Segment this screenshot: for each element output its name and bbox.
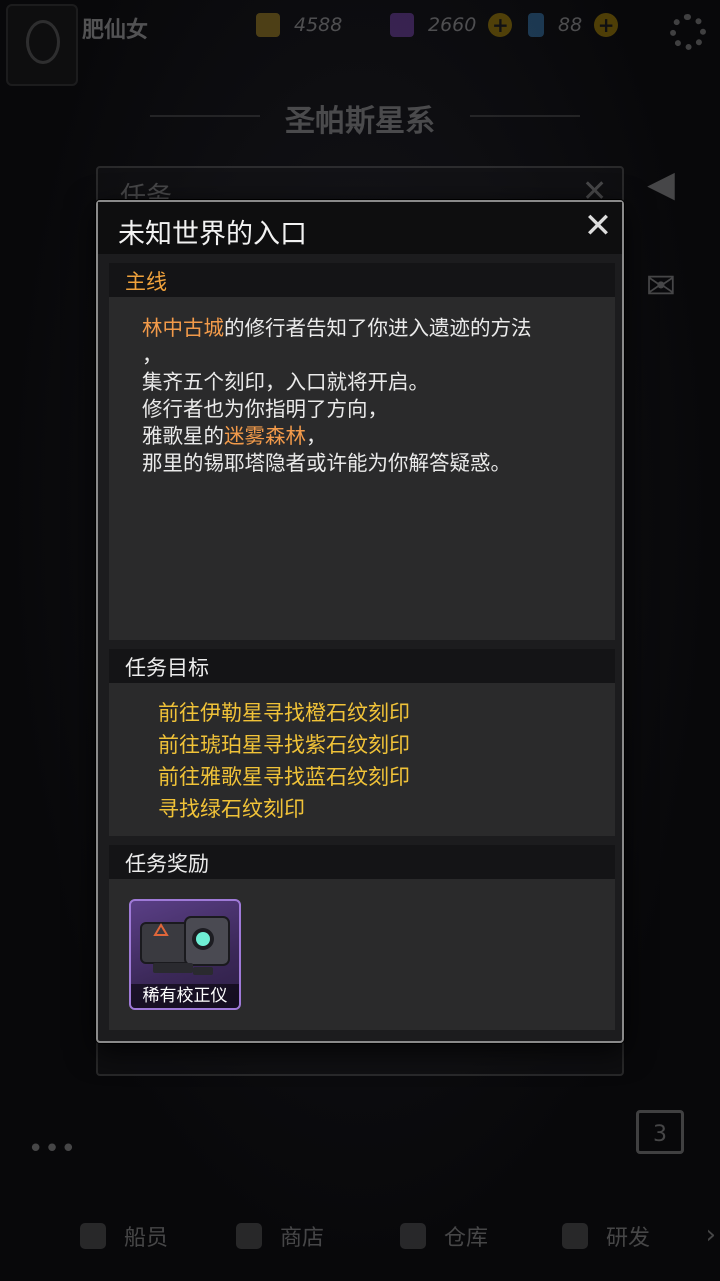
bottom-nav: 船员 商店 仓库 研发 › — [0, 1208, 720, 1264]
gem-icon — [390, 13, 414, 37]
top-bar: 肥仙女 4588 2660 + 88 + — [0, 0, 720, 86]
quest-detail-dialog: 未知世界的入口 ✕ 主线 林中古城的修行者告知了你进入遗迹的方法 ， 集齐五个刻… — [96, 200, 624, 1043]
quest-goals-header: 任务目标 — [109, 649, 615, 683]
story-line-2: ， — [142, 343, 163, 367]
calibrator-device-icon — [140, 916, 230, 975]
story-line-1: 的修行者告知了你进入遗迹的方法 — [224, 316, 532, 340]
goal-item: 前往伊勒星寻找橙石纹刻印 — [158, 701, 410, 725]
story-line-6: 那里的锡耶塔隐者或许能为你解答疑惑。 — [142, 451, 511, 475]
avatar-emblem-icon — [26, 20, 60, 64]
reward-item-name: 稀有校正仪 — [131, 984, 239, 1008]
quest-goals-list: 前往伊勒星寻找橙石纹刻印 前往琥珀星寻找紫石纹刻印 前往雅歌星寻找蓝石纹刻印 寻… — [158, 697, 410, 825]
nav-next-arrow-icon[interactable]: › — [706, 1220, 716, 1250]
nav-warehouse[interactable]: 仓库 — [400, 1220, 488, 1252]
title-divider-right — [470, 115, 580, 117]
announcement-icon[interactable]: ◀ — [636, 166, 686, 204]
settings-gear-icon[interactable] — [670, 14, 706, 50]
energy-value: 88 — [558, 14, 583, 36]
nav-shop[interactable]: 商店 — [236, 1220, 324, 1252]
story-line-4: 修行者也为你指明了方向， — [142, 397, 388, 421]
gold-resource: 4588 — [256, 10, 342, 40]
close-icon[interactable]: ✕ — [580, 208, 616, 244]
quest-rewards-box: 稀有校正仪 — [109, 879, 615, 1030]
main-quest-header: 主线 — [109, 263, 615, 297]
research-icon — [562, 1223, 588, 1249]
quest-story-text: 林中古城的修行者告知了你进入遗迹的方法 ， 集齐五个刻印，入口就将开启。 修行者… — [142, 315, 602, 477]
more-menu-icon[interactable]: ••• — [28, 1134, 77, 1164]
add-gems-button[interactable]: + — [488, 13, 513, 37]
gem-resource: 2660 + — [390, 10, 513, 40]
energy-resource: 88 + — [528, 10, 619, 40]
quest-story-box: 林中古城的修行者告知了你进入遗迹的方法 ， 集齐五个刻印，入口就将开启。 修行者… — [109, 297, 615, 640]
calendar-icon[interactable]: 3 — [636, 1110, 684, 1154]
shop-icon — [236, 1223, 262, 1249]
star-system-title: 圣帕斯星系 — [285, 104, 435, 139]
story-line-3: 集齐五个刻印，入口就将开启。 — [142, 370, 429, 394]
nav-research[interactable]: 研发 — [562, 1220, 650, 1252]
quest-rewards-header: 任务奖励 — [109, 845, 615, 879]
quest-goals-label: 任务目标 — [125, 656, 209, 680]
mail-icon[interactable]: ✉ — [636, 268, 686, 306]
add-energy-button[interactable]: + — [594, 13, 619, 37]
story-location-highlight: 林中古城 — [142, 316, 224, 340]
gold-icon — [256, 13, 280, 37]
main-quest-label: 主线 — [125, 270, 167, 294]
player-name: 肥仙女 — [82, 18, 149, 43]
gem-value: 2660 — [428, 14, 477, 36]
story-forest-highlight: 迷雾森林 — [224, 424, 306, 448]
quest-goals-box: 前往伊勒星寻找橙石纹刻印 前往琥珀星寻找紫石纹刻印 前往雅歌星寻找蓝石纹刻印 寻… — [109, 683, 615, 836]
nav-warehouse-label: 仓库 — [444, 1226, 489, 1251]
warehouse-icon — [400, 1223, 426, 1249]
quest-rewards-label: 任务奖励 — [125, 852, 209, 876]
story-line-5-prefix: 雅歌星的 — [142, 424, 224, 448]
reward-item-card[interactable]: 稀有校正仪 — [129, 899, 241, 1010]
crew-icon — [80, 1223, 106, 1249]
nav-research-label: 研发 — [606, 1226, 651, 1251]
goal-item: 寻找绿石纹刻印 — [158, 797, 305, 821]
nav-crew[interactable]: 船员 — [80, 1220, 168, 1252]
energy-icon — [528, 13, 544, 37]
goal-item: 前往琥珀星寻找紫石纹刻印 — [158, 733, 410, 757]
nav-shop-label: 商店 — [280, 1226, 325, 1251]
player-avatar[interactable] — [6, 4, 78, 86]
story-line-5-suffix: ， — [306, 424, 327, 448]
nav-crew-label: 船员 — [124, 1226, 169, 1251]
dialog-header: 未知世界的入口 ✕ — [98, 202, 622, 254]
gold-value: 4588 — [294, 14, 343, 36]
dialog-title: 未知世界的入口 — [118, 219, 307, 250]
goal-item: 前往雅歌星寻找蓝石纹刻印 — [158, 765, 410, 789]
